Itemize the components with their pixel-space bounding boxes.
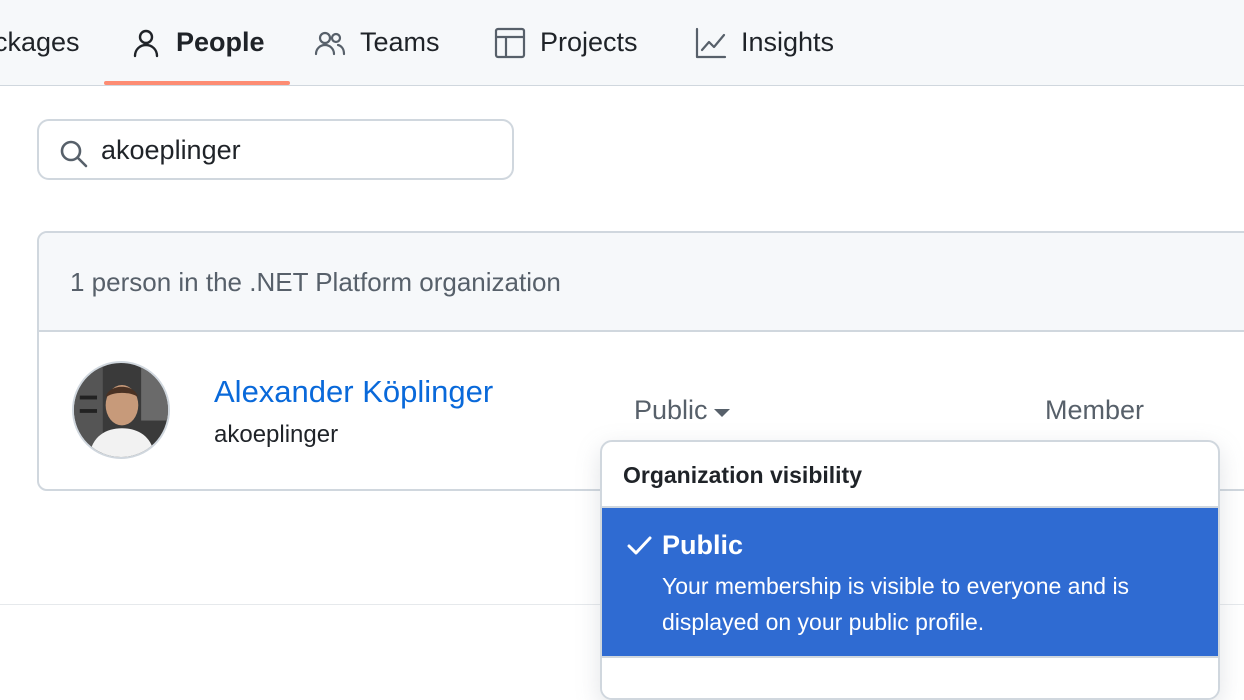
people-icon xyxy=(314,27,346,59)
search-input[interactable] xyxy=(97,129,505,171)
tab-insights-label: Insights xyxy=(741,27,835,57)
tab-teams-label: Teams xyxy=(360,27,440,57)
avatar[interactable] xyxy=(72,361,170,459)
tab-people[interactable]: People xyxy=(130,0,265,85)
visibility-option-description: Your membership is visible to everyone a… xyxy=(662,573,1130,635)
members-summary: 1 person in the .NET Platform organizati… xyxy=(70,267,561,297)
tab-packages-label: ckages xyxy=(0,27,80,57)
visibility-option-title: Public xyxy=(662,530,744,560)
member-login: akoeplinger xyxy=(214,421,339,448)
active-tab-indicator xyxy=(104,81,290,85)
org-nav: ckages People Teams Projects Insights xyxy=(0,0,1244,86)
graph-icon xyxy=(695,27,727,59)
tab-projects[interactable]: Projects xyxy=(494,0,638,85)
visibility-menu-title: Organization visibility xyxy=(623,462,862,488)
visibility-menu-header: Organization visibility xyxy=(602,442,1218,508)
visibility-option-next[interactable] xyxy=(602,656,1218,698)
table-icon xyxy=(494,27,526,59)
tab-teams[interactable]: Teams xyxy=(314,0,440,85)
tab-packages[interactable]: ckages xyxy=(0,0,80,85)
members-panel-header: 1 person in the .NET Platform organizati… xyxy=(39,233,1244,332)
search-icon xyxy=(59,139,89,169)
visibility-label: Public xyxy=(634,395,708,425)
visibility-option-public[interactable]: Public Your membership is visible to eve… xyxy=(602,508,1218,656)
triangle-down-icon xyxy=(713,408,730,417)
member-name-link[interactable]: Alexander Köplinger xyxy=(214,374,493,410)
visibility-dropdown-button[interactable]: Public xyxy=(634,395,730,426)
tab-projects-label: Projects xyxy=(540,27,638,57)
member-search xyxy=(37,119,514,180)
member-role: Member xyxy=(1045,395,1145,425)
tab-insights[interactable]: Insights xyxy=(695,0,834,85)
visibility-menu: Organization visibility Public Your memb… xyxy=(600,440,1220,700)
tab-people-label: People xyxy=(176,27,265,57)
check-icon xyxy=(625,532,653,560)
person-icon xyxy=(130,27,162,59)
